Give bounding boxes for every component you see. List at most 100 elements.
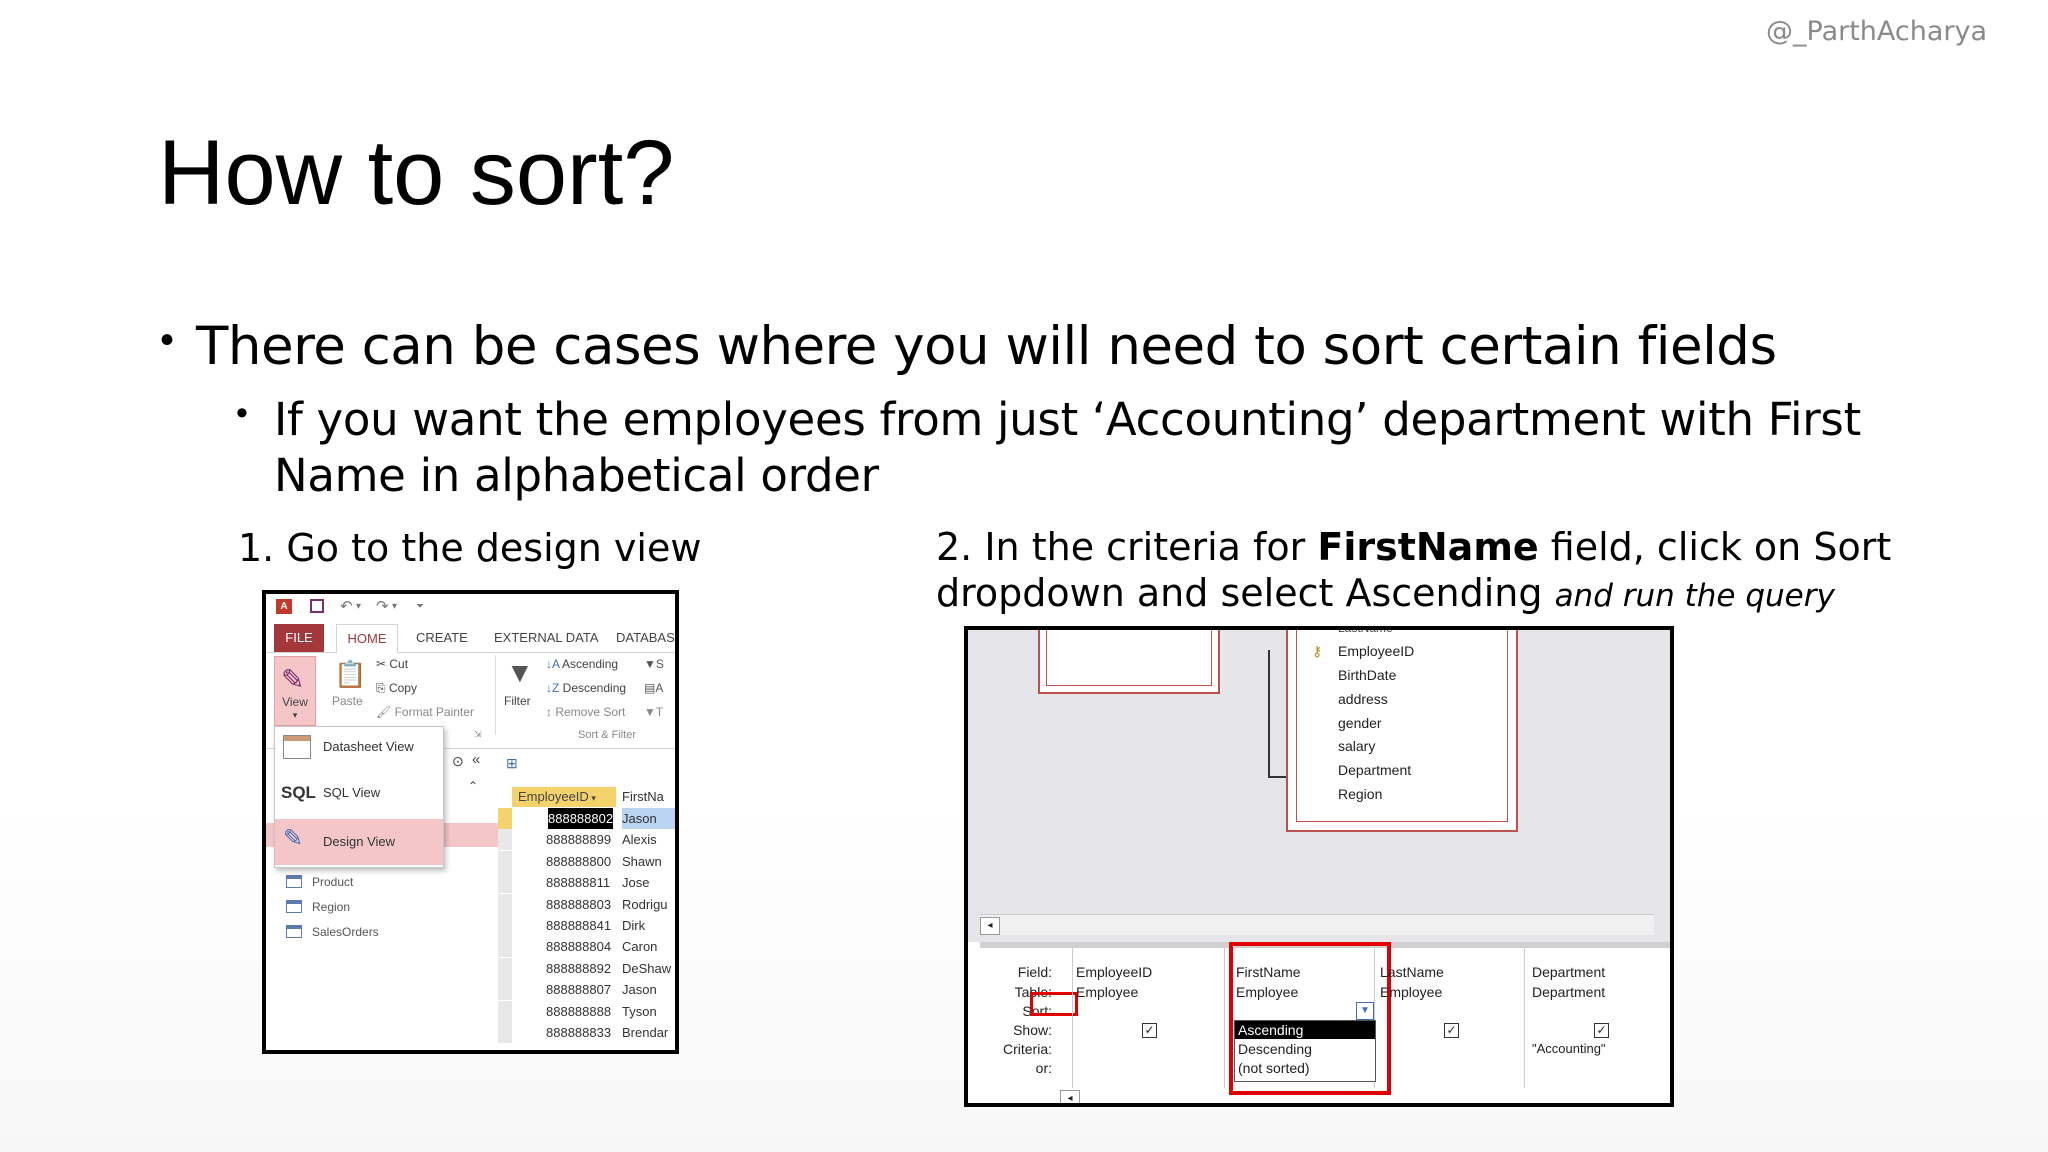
- chevron-up-icon[interactable]: ⌃: [468, 779, 478, 793]
- remove-sort-icon: ↕: [546, 705, 556, 719]
- scroll-left-icon[interactable]: ◂: [1060, 1090, 1080, 1103]
- grid-table-cell[interactable]: Employee: [1076, 984, 1138, 1000]
- cell-firstname[interactable]: Shawn: [622, 851, 675, 872]
- tab-database[interactable]: DATABAS: [616, 624, 675, 652]
- horizontal-scrollbar[interactable]: ◂: [980, 914, 1654, 935]
- table-field[interactable]: gender: [1338, 715, 1382, 731]
- filter-selection-icon[interactable]: ▼S: [644, 657, 664, 671]
- row-selector[interactable]: [498, 1022, 512, 1044]
- filter-label[interactable]: Filter: [504, 694, 531, 708]
- filter-icon[interactable]: ▼: [506, 657, 534, 689]
- grid-table-cell[interactable]: Employee: [1380, 984, 1442, 1000]
- format-painter-button[interactable]: 🖌 Format Painter: [376, 705, 474, 719]
- row-label-or: or:: [1035, 1060, 1052, 1076]
- chevron-down-icon[interactable]: ▾: [392, 601, 397, 612]
- scroll-left-icon[interactable]: ◂: [980, 917, 1000, 935]
- row-selector[interactable]: [498, 957, 512, 980]
- remove-sort-button[interactable]: ↕ Remove Sort: [546, 705, 625, 719]
- table-field[interactable]: Region: [1338, 786, 1382, 802]
- tab-external-data[interactable]: EXTERNAL DATA: [494, 624, 599, 652]
- paste-icon[interactable]: 📋: [334, 659, 366, 690]
- descending-button[interactable]: ↓Z Descending: [546, 681, 626, 695]
- table-field[interactable]: Department: [1338, 762, 1411, 778]
- bullet-dot: •: [236, 394, 248, 432]
- cell-employeeid[interactable]: 888888807: [546, 979, 611, 1000]
- cell-firstname[interactable]: Dirk: [622, 915, 675, 936]
- tab-home[interactable]: HOME: [336, 624, 398, 654]
- nav-item-region[interactable]: Region: [286, 900, 350, 914]
- menu-item-design-view[interactable]: ✎ Design View: [275, 819, 443, 865]
- chevron-down-icon[interactable]: ▾: [356, 601, 361, 612]
- grid-criteria-cell[interactable]: "Accounting": [1532, 1041, 1606, 1056]
- dialog-launcher-icon[interactable]: ⇲: [474, 729, 482, 740]
- row-selector[interactable]: [498, 979, 512, 1002]
- table-field[interactable]: LastName: [1338, 630, 1393, 635]
- grid-horizontal-scrollbar[interactable]: ◂: [1060, 1090, 1100, 1103]
- nav-item-salesorders[interactable]: SalesOrders: [286, 925, 379, 939]
- table-field[interactable]: BirthDate: [1338, 667, 1396, 683]
- cell-employeeid[interactable]: 888888802: [548, 808, 614, 829]
- table-field[interactable]: address: [1338, 691, 1388, 707]
- cell-firstname[interactable]: Caron: [622, 936, 675, 957]
- view-button[interactable]: ✎ View ▾: [274, 656, 316, 726]
- tab-file[interactable]: FILE: [274, 624, 324, 652]
- grid-field-cell[interactable]: EmployeeID: [1076, 964, 1152, 980]
- customize-icon[interactable]: ⏷: [416, 601, 424, 612]
- menu-item-datasheet-view[interactable]: Datasheet View: [275, 727, 443, 767]
- redo-icon[interactable]: ↷: [376, 597, 389, 615]
- cell-employeeid[interactable]: 888888833: [546, 1022, 611, 1043]
- show-checkbox[interactable]: ✓: [1594, 1023, 1609, 1038]
- row-selector[interactable]: [498, 872, 512, 895]
- chevron-down-icon: ▾: [292, 710, 298, 720]
- paste-label[interactable]: Paste: [332, 694, 363, 708]
- cell-employeeid[interactable]: 888888811: [546, 872, 610, 893]
- column-header-firstname[interactable]: FirstNa: [618, 787, 675, 807]
- cell-firstname[interactable]: Jason: [622, 979, 675, 1000]
- row-selector[interactable]: [498, 915, 512, 937]
- cell-firstname[interactable]: Brendar: [622, 1022, 675, 1043]
- cell-employeeid[interactable]: 888888803: [546, 894, 611, 915]
- cell-employeeid[interactable]: 888888804: [546, 936, 611, 957]
- grid-field-cell[interactable]: LastName: [1380, 964, 1444, 980]
- cell-firstname[interactable]: DeShaw: [622, 958, 675, 979]
- undo-icon[interactable]: ↶: [340, 597, 353, 615]
- nav-item-product[interactable]: Product: [286, 875, 353, 889]
- tab-create[interactable]: CREATE: [416, 624, 468, 652]
- search-options-icon[interactable]: ⊙: [452, 753, 464, 770]
- cell-firstname[interactable]: Rodrigu: [622, 894, 675, 915]
- row-label-criteria: Criteria:: [1002, 1041, 1052, 1057]
- row-selector[interactable]: [498, 829, 512, 852]
- cell-employeeid[interactable]: 888888888: [546, 1001, 611, 1022]
- row-selector[interactable]: [498, 893, 512, 916]
- cell-firstname[interactable]: Jason: [622, 808, 675, 829]
- toggle-filter-icon[interactable]: ▼T: [644, 705, 663, 719]
- ascending-button[interactable]: ↓A Ascending: [546, 657, 618, 671]
- sort-ascending-icon: ↓A: [546, 657, 563, 671]
- cell-firstname[interactable]: Tyson: [622, 1001, 675, 1022]
- cell-firstname[interactable]: Jose: [622, 872, 675, 893]
- cell-firstname[interactable]: Alexis: [622, 829, 675, 850]
- table-field[interactable]: salary: [1338, 738, 1375, 754]
- row-selector[interactable]: [498, 1000, 512, 1023]
- cell-employeeid[interactable]: 888888800: [546, 851, 611, 872]
- table-field[interactable]: EmployeeID: [1338, 643, 1414, 659]
- show-checkbox[interactable]: ✓: [1142, 1023, 1157, 1038]
- watermark: @_ParthAcharya: [1766, 16, 1988, 47]
- grid-field-cell[interactable]: Department: [1532, 964, 1605, 980]
- cell-employeeid[interactable]: 888888892: [546, 958, 611, 979]
- advanced-filter-icon[interactable]: ▤A: [644, 681, 663, 695]
- menu-item-sql-view[interactable]: SQL SQL View: [275, 773, 443, 813]
- row-selector[interactable]: [498, 936, 512, 959]
- column-header-employeeid[interactable]: EmployeeID ▾: [512, 787, 616, 807]
- row-selector[interactable]: [498, 850, 512, 873]
- row-selector[interactable]: [498, 808, 512, 830]
- cell-employeeid[interactable]: 888888841: [546, 915, 611, 936]
- collapse-pane-icon[interactable]: «: [472, 751, 480, 768]
- cell-employeeid[interactable]: 888888899: [546, 829, 611, 850]
- table-box-left: [1038, 630, 1220, 694]
- grid-table-cell[interactable]: Department: [1532, 984, 1605, 1000]
- copy-button[interactable]: ⎘ Copy: [376, 681, 417, 696]
- show-checkbox[interactable]: ✓: [1444, 1023, 1459, 1038]
- save-icon[interactable]: [310, 599, 324, 613]
- cut-button[interactable]: ✂ Cut: [376, 657, 408, 671]
